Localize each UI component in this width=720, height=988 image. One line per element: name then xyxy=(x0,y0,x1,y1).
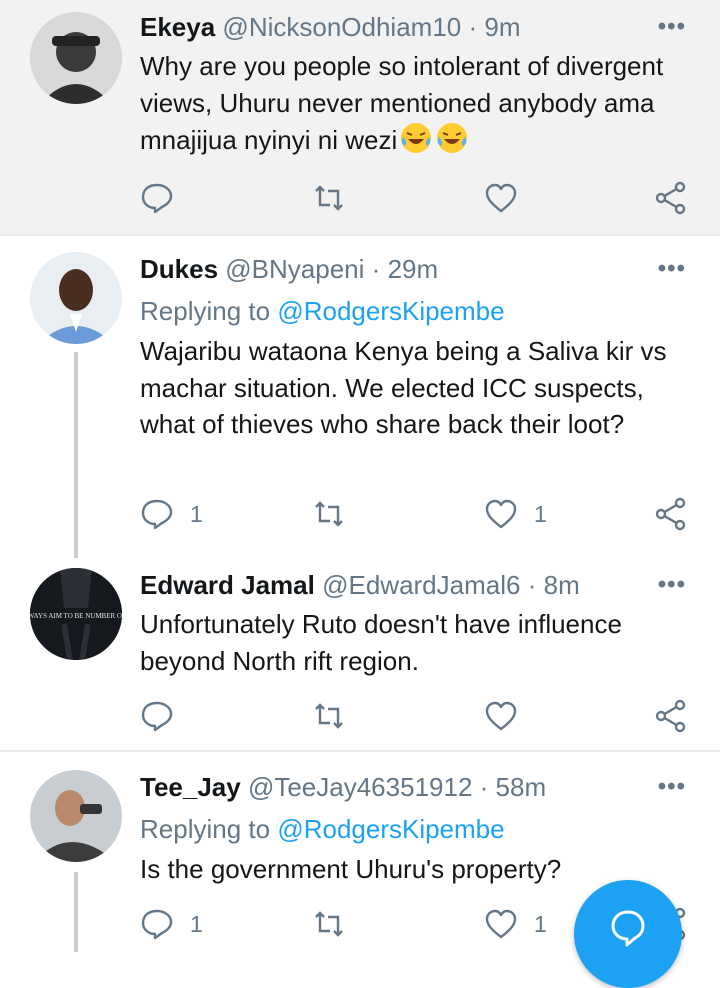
replying-to: Replying to @RodgersKipembe xyxy=(140,294,505,328)
more-icon[interactable]: ••• xyxy=(658,568,686,602)
avatar[interactable]: ALWAYS AIM TO BE NUMBER ONE. xyxy=(30,568,122,660)
author-name[interactable]: Tee_Jay xyxy=(140,772,241,802)
author-name[interactable]: Edward Jamal xyxy=(140,570,315,600)
retweet-icon xyxy=(315,703,343,729)
retweet-icon xyxy=(315,501,343,527)
separator-dot: · xyxy=(468,12,478,42)
compose-button[interactable] xyxy=(574,880,682,988)
more-icon[interactable]: ••• xyxy=(658,770,686,804)
mention-link[interactable]: @RodgersKipembe xyxy=(277,814,504,844)
tweet[interactable]: ALWAYS AIM TO BE NUMBER ONE. Edward Jama… xyxy=(0,556,720,750)
timestamp[interactable]: 9m xyxy=(484,12,520,42)
avatar[interactable] xyxy=(30,770,122,862)
replying-label: Replying to xyxy=(140,296,278,326)
timestamp[interactable]: 58m xyxy=(496,772,547,802)
separator-dot: · xyxy=(479,772,489,802)
tweet[interactable]: Dukes @BNyapeni · 29m ••• Replying to @R… xyxy=(0,236,720,558)
like-count: 1 xyxy=(534,910,547,937)
author-handle[interactable]: @TeeJay46351912 xyxy=(248,772,472,802)
share-icon xyxy=(655,497,686,531)
like-icon xyxy=(485,701,517,731)
retweet-button[interactable] xyxy=(312,494,346,534)
avatar-motto: ALWAYS AIM TO BE NUMBER ONE. xyxy=(30,612,122,620)
more-icon[interactable]: ••• xyxy=(658,252,686,286)
retweet-button[interactable] xyxy=(312,696,346,736)
tweet-body: Wajaribu wataona Kenya being a Saliva ki… xyxy=(140,336,667,439)
compose-icon xyxy=(611,910,645,947)
avatar[interactable] xyxy=(30,12,122,104)
reply-button[interactable] xyxy=(140,178,174,218)
reply-button[interactable]: 1 xyxy=(140,494,203,534)
replying-to: Replying to @RodgersKipembe xyxy=(140,812,505,846)
like-button[interactable] xyxy=(484,178,518,218)
avatar[interactable] xyxy=(30,252,122,344)
reply-icon xyxy=(141,909,173,940)
retweet-button[interactable] xyxy=(312,178,346,218)
share-icon xyxy=(655,181,686,215)
reply-icon xyxy=(141,499,173,530)
more-icon[interactable]: ••• xyxy=(658,10,686,44)
share-icon xyxy=(655,699,686,733)
like-icon xyxy=(485,909,517,939)
author-handle[interactable]: @BNyapeni xyxy=(225,254,364,284)
like-icon xyxy=(485,499,517,529)
mention-link[interactable]: @RodgersKipembe xyxy=(277,296,504,326)
timestamp[interactable]: 29m xyxy=(388,254,439,284)
retweet-icon xyxy=(315,185,343,211)
replying-label: Replying to xyxy=(140,814,278,844)
like-button[interactable]: 1 xyxy=(484,904,547,944)
reply-count: 1 xyxy=(190,500,203,527)
separator-dot: · xyxy=(527,570,537,600)
reply-icon xyxy=(141,183,173,214)
author-name[interactable]: Ekeya xyxy=(140,12,215,42)
share-button[interactable] xyxy=(654,696,688,736)
tweet[interactable]: Ekeya @NicksonOdhiam10 · 9m ••• Why are … xyxy=(0,0,720,234)
retweet-icon xyxy=(315,911,343,937)
separator-dot: · xyxy=(371,254,381,284)
tweet-text: Why are you people so intolerant of dive… xyxy=(140,48,700,159)
author-name[interactable]: Dukes xyxy=(140,254,218,284)
reply-button[interactable] xyxy=(140,696,174,736)
like-button[interactable]: 1 xyxy=(484,494,547,534)
author-handle[interactable]: @NicksonOdhiam10 xyxy=(222,12,461,42)
laughing-emoji-icon xyxy=(437,123,468,153)
reply-count: 1 xyxy=(190,910,203,937)
retweet-button[interactable] xyxy=(312,904,346,944)
author-handle[interactable]: @EdwardJamal6 xyxy=(322,570,520,600)
reply-icon xyxy=(141,701,173,732)
like-count: 1 xyxy=(534,500,547,527)
share-button[interactable] xyxy=(654,178,688,218)
like-icon xyxy=(485,183,517,213)
like-button[interactable] xyxy=(484,696,518,736)
laughing-emoji-icon xyxy=(401,123,432,153)
share-button[interactable] xyxy=(654,494,688,534)
reply-button[interactable]: 1 xyxy=(140,904,203,944)
tweet-body: Unfortunately Ruto doesn't have influenc… xyxy=(140,609,622,676)
timestamp[interactable]: 8m xyxy=(544,570,580,600)
